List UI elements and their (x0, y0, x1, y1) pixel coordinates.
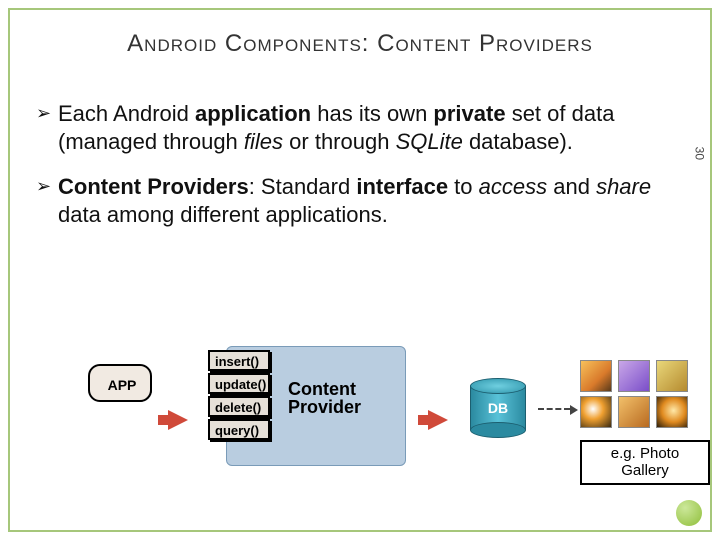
bullet-1: Each Android application has its own pri… (36, 100, 684, 155)
text: Android (113, 101, 195, 126)
app-box: APP (92, 368, 152, 402)
thumbnail (656, 396, 688, 428)
method-delete: delete() (210, 398, 272, 419)
text-bold: application (195, 101, 317, 126)
text-bold: private (433, 101, 511, 126)
thumbnail (618, 360, 650, 392)
methods-list: insert() update() delete() query() (210, 352, 272, 444)
text: database). (469, 129, 573, 154)
text: : Standard (249, 174, 357, 199)
text: (managed through (58, 129, 244, 154)
text: to (454, 174, 478, 199)
text-italic: access (479, 174, 554, 199)
text: or through (289, 129, 395, 154)
text: data among different applications. (58, 202, 388, 227)
db-label: DB (470, 400, 526, 416)
arrow-icon (168, 410, 188, 430)
text: and (553, 174, 596, 199)
text-italic: SQLite (396, 129, 469, 154)
photo-thumbnails (580, 360, 690, 428)
content-provider-label: Content Provider (288, 380, 378, 416)
slide-body: Each Android application has its own pri… (36, 100, 684, 246)
arrow-icon (428, 410, 448, 430)
thumbnail (580, 360, 612, 392)
text-italic: files (244, 129, 289, 154)
page-number: 30 (692, 147, 706, 160)
text-bold: Content (58, 174, 147, 199)
db-cylinder: DB (470, 378, 526, 438)
slide-title: Android Components: Content Providers (0, 30, 720, 58)
text-bold: Providers (147, 174, 249, 199)
thumbnail (580, 396, 612, 428)
thumbnail (656, 360, 688, 392)
text: Each (58, 101, 113, 126)
bullet-2: Content Providers: Standard interface to… (36, 173, 684, 228)
method-query: query() (210, 421, 272, 442)
dashed-arrow-icon (538, 408, 570, 410)
text: has its own (317, 101, 433, 126)
text: set of data (512, 101, 615, 126)
caption-box: e.g. Photo Gallery (580, 440, 710, 485)
text-bold: interface (356, 174, 454, 199)
method-insert: insert() (210, 352, 272, 373)
text-italic: share (596, 174, 651, 199)
diagram: APP insert() update() delete() query() C… (40, 330, 700, 510)
method-update: update() (210, 375, 272, 396)
corner-dot-icon (676, 500, 702, 526)
thumbnail (618, 396, 650, 428)
